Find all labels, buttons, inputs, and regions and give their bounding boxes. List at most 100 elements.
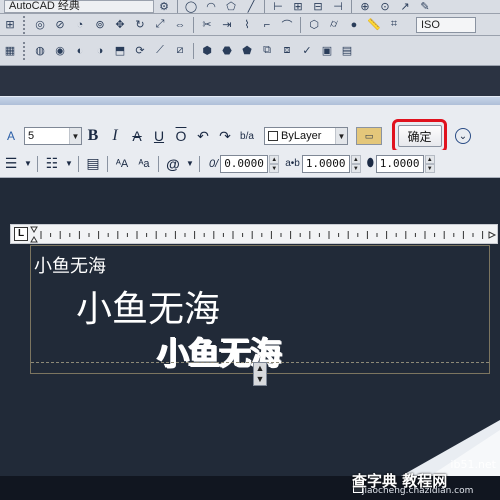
underline-button[interactable]: U: [150, 127, 168, 145]
draw-toolbar: ▦ ◍ ◉ ◐ ◑ ⬒ ⟳ ⟋ ⧄ ⬢ ⬣ ⬟ ⧉ ⧈ ✓ ▣ ▤: [0, 36, 500, 66]
tracking-spinner[interactable]: ▲ ▼: [350, 154, 361, 173]
shell-icon[interactable]: ⬣: [218, 42, 236, 60]
subtract-icon[interactable]: ◐: [71, 42, 89, 60]
tracking-input[interactable]: 1.0000: [301, 154, 350, 173]
leader-icon[interactable]: ↗: [396, 0, 414, 13]
arc-icon[interactable]: ◠: [202, 0, 220, 13]
chevron-down-icon[interactable]: ▼: [65, 155, 73, 173]
ok-button[interactable]: 确定: [397, 125, 442, 147]
extrude-icon[interactable]: ⬒: [111, 42, 129, 60]
text-formatting-bar: A 5 ▼ B I A U O ↶ ↷ b/a ByLayer ▼ ▭ 确定 ⌄: [0, 105, 500, 153]
slice-icon[interactable]: ⟋: [151, 42, 169, 60]
revolve-icon[interactable]: ⟳: [131, 42, 149, 60]
bold-button[interactable]: B: [84, 127, 102, 145]
rotate-icon[interactable]: ↻: [131, 16, 149, 34]
insert-field-icon[interactable]: ▤: [84, 155, 102, 173]
measure-icon[interactable]: ⌗: [385, 16, 403, 34]
scale-icon[interactable]: ⤢: [151, 16, 169, 34]
overline-button[interactable]: O: [172, 127, 190, 145]
edit-icon[interactable]: ✎: [416, 0, 434, 13]
polygon-icon[interactable]: ⬠: [222, 0, 240, 13]
center-mark-icon[interactable]: ⊙: [376, 0, 394, 13]
layer-color-value: ByLayer: [281, 130, 322, 142]
imprint-icon[interactable]: ⬟: [238, 42, 256, 60]
clean-icon[interactable]: ⧈: [278, 42, 296, 60]
symbol-button[interactable]: @: [164, 155, 182, 173]
title-toolbar: AutoCAD 经典 ⚙ ◯ ◠ ⬠ ╱ ⊢ ⊞ ⊟ ⊣ ⊕ ⊙ ↗ ✎: [0, 0, 500, 14]
modify-toolbar: ⊞ ◎ ⊘ ◔ ⊚ ✥ ↻ ⤢ ⇔ ✂ ⇥ ⌇ ⌐ ⌒ ⬡ ⌭ ● 📏 ⌗ IS…: [0, 14, 500, 36]
grid-snap-icon[interactable]: ⊞: [1, 16, 19, 34]
oblique-spinner[interactable]: ▲ ▼: [269, 154, 280, 173]
layer-icon[interactable]: ▦: [1, 42, 19, 60]
region-icon[interactable]: ◍: [31, 42, 49, 60]
watermark-url: jiaocheng.chazidian.com: [362, 486, 474, 496]
intersect-icon[interactable]: ◑: [91, 42, 109, 60]
dim-style-combo[interactable]: ISO: [416, 16, 476, 33]
copy-faces-icon[interactable]: ▤: [338, 42, 356, 60]
chevron-down-icon[interactable]: ▼: [24, 155, 32, 173]
redo-icon[interactable]: ↷: [216, 127, 234, 145]
stretch-icon[interactable]: ⇔: [171, 16, 189, 34]
grid-icon[interactable]: ⊟: [309, 0, 327, 13]
tolerance-icon[interactable]: ⊕: [356, 0, 374, 13]
solid-edit-icon[interactable]: ⬢: [198, 42, 216, 60]
baseline-icon[interactable]: ⊣: [329, 0, 347, 13]
options-icon[interactable]: ⌄: [455, 128, 471, 144]
box-icon[interactable]: ⬡: [305, 16, 323, 34]
width-spinner[interactable]: ▲ ▼: [424, 154, 435, 173]
move-icon[interactable]: ✥: [111, 16, 129, 34]
align-icon[interactable]: ☰: [2, 155, 20, 173]
offset-icon[interactable]: ◔: [71, 16, 89, 34]
numbering-icon[interactable]: ☷: [43, 155, 61, 173]
separate-icon[interactable]: ⧉: [258, 42, 276, 60]
union-icon[interactable]: ◉: [51, 42, 69, 60]
text-line-small[interactable]: 小鱼无海: [34, 252, 106, 278]
chevron-down-icon[interactable]: ▼: [335, 128, 347, 144]
formatting-row-2: ☰ ▼ ☷ ▼ ▤ ᴬA ᴬa @ ▼ 0/ 0.0000 ▲ ▼ a•b 1.0…: [0, 150, 500, 178]
editor-ruler[interactable]: L: [10, 224, 498, 244]
array-icon[interactable]: ⊚: [91, 16, 109, 34]
workspace-combo[interactable]: AutoCAD 经典: [4, 0, 154, 13]
check-icon[interactable]: ✓: [298, 42, 316, 60]
extend-icon[interactable]: ⇥: [218, 16, 236, 34]
text-line-large[interactable]: 小鱼无海: [76, 280, 220, 332]
cylinder-icon[interactable]: ⌭: [325, 16, 343, 34]
oblique-angle-input[interactable]: 0.0000: [220, 154, 269, 173]
italic-button[interactable]: I: [106, 127, 124, 145]
stack-button[interactable]: b/a: [238, 127, 256, 145]
text-height-combo[interactable]: 5 ▼: [24, 127, 82, 145]
tracking-label: a•b: [285, 158, 300, 169]
width-factor-input[interactable]: 1.0000: [375, 154, 424, 173]
formatting-row-1: A 5 ▼ B I A U O ↶ ↷ b/a ByLayer ▼ ▭ 确定 ⌄: [0, 119, 500, 153]
ruler-toggle-icon[interactable]: ▭: [356, 127, 382, 145]
mirror-icon[interactable]: ⊘: [51, 16, 69, 34]
resize-handle[interactable]: ▲ ▼: [253, 362, 267, 386]
uppercase-icon[interactable]: ᴬA: [113, 155, 131, 173]
circle-icon[interactable]: ◯: [182, 0, 200, 13]
ruler-ticks: [30, 226, 497, 243]
chevron-down-icon[interactable]: ▼: [69, 128, 81, 144]
undo-icon[interactable]: ↶: [194, 127, 212, 145]
copy-icon[interactable]: ◎: [31, 16, 49, 34]
sphere-icon[interactable]: ●: [345, 16, 363, 34]
lowercase-icon[interactable]: ᴬa: [135, 155, 153, 173]
fillet-icon[interactable]: ⌒: [278, 16, 296, 34]
ok-button-highlight: 确定: [392, 119, 447, 153]
color-faces-icon[interactable]: ▣: [318, 42, 336, 60]
settings-icon[interactable]: ⚙: [155, 0, 173, 13]
mtext-editor-box[interactable]: 小鱼无海 小鱼无海 小鱼无海: [30, 245, 490, 374]
dimension-icon[interactable]: ⊢: [269, 0, 287, 13]
trim-icon[interactable]: ✂: [198, 16, 216, 34]
text-style-icon[interactable]: A: [2, 127, 20, 145]
color-swatch-icon: [268, 131, 278, 141]
chevron-down-icon[interactable]: ▼: [186, 155, 194, 173]
line-icon[interactable]: ╱: [242, 0, 260, 13]
text-editor-titlebar: [0, 96, 500, 105]
layer-color-combo[interactable]: ByLayer ▼: [264, 127, 348, 145]
section-icon[interactable]: ⧄: [171, 42, 189, 60]
break-icon[interactable]: ⌇: [238, 16, 256, 34]
chamfer-icon[interactable]: ⌐: [258, 16, 276, 34]
ruler-icon[interactable]: 📏: [365, 16, 383, 34]
table-icon[interactable]: ⊞: [289, 0, 307, 13]
strikethrough-button[interactable]: A: [128, 127, 146, 145]
